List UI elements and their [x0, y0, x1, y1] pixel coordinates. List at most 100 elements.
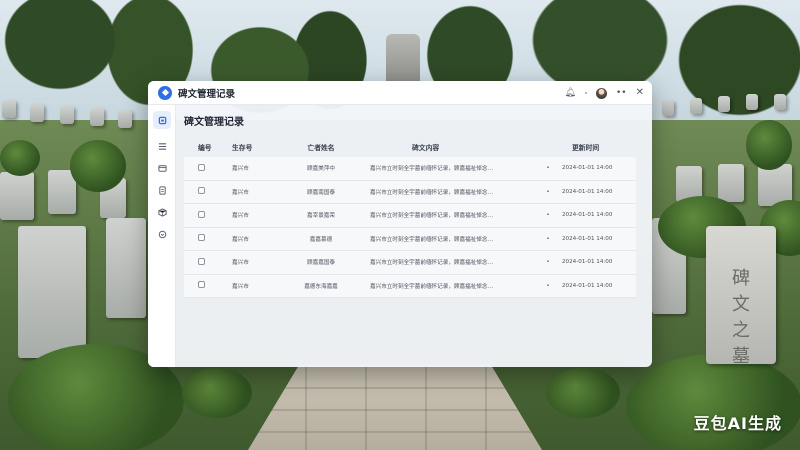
sidebar-item-settings[interactable]	[153, 225, 171, 243]
table-row[interactable]: 嘉兴市 嘉德东海嘉嘉 嘉兴市立时刻全宇墓前缅怀记录，顾嘉福祉悼念… • 2024-01-…	[184, 274, 636, 298]
cell-region: 嘉兴市	[232, 283, 249, 290]
cell-epitaph: 嘉兴市立时刻全宇墓前缅怀记录，顾嘉福祉悼念…	[370, 260, 494, 267]
close-icon[interactable]: ✕	[636, 88, 644, 98]
row-checkbox-cell	[184, 257, 218, 267]
list-icon	[158, 142, 166, 150]
bush	[182, 368, 252, 418]
row-checkbox[interactable]	[198, 187, 205, 195]
sidebar-item-list[interactable]	[153, 137, 171, 155]
gravestone	[690, 98, 702, 114]
row-checkbox-cell	[184, 187, 218, 196]
more-icon[interactable]: ••	[616, 88, 627, 98]
bell-icon[interactable]: 🔔︎	[565, 88, 576, 98]
bush	[0, 140, 40, 176]
app-logo-icon	[158, 85, 172, 100]
app-window: 碑文管理记录 🔔︎ •• ✕ 碑文管理记录 编号 生存号 亡者姓名 碑文内容 更…	[148, 81, 652, 367]
cell-deceased-name: 顾嘉南国泰	[307, 189, 335, 196]
row-checkbox-cell	[184, 234, 218, 243]
cell-marker: •	[546, 259, 550, 266]
bush	[746, 120, 792, 170]
table-row[interactable]: 嘉兴市 顾嘉美萍中 嘉兴市立时刻全宇墓前缅怀记录，顾嘉福祉悼念… • 2024-01-0…	[184, 157, 636, 181]
box-icon	[157, 207, 167, 217]
gravestone	[0, 172, 34, 220]
divider-dot	[584, 92, 587, 94]
gravestone	[106, 218, 146, 318]
cell-updated-time: 2024-01-01 14:00	[562, 235, 613, 242]
bush	[626, 354, 800, 450]
bush	[546, 368, 620, 418]
gravestone-inscription: 碑文之墓	[732, 268, 750, 367]
row-checkbox-cell	[184, 163, 218, 173]
table-header: 编号 生存号 亡者姓名 碑文内容 更新时间	[184, 137, 636, 157]
cell-marker: •	[546, 282, 550, 289]
table-row[interactable]: 嘉兴市 顾嘉嘉国泰 嘉兴市立时刻全宇墓前缅怀记录，顾嘉福祉悼念… • 2024-01-0…	[184, 251, 636, 275]
title-bar: 碑文管理记录 🔔︎ •• ✕	[148, 81, 652, 105]
row-checkbox[interactable]	[198, 163, 205, 171]
cell-region: 嘉兴市	[232, 260, 249, 267]
cell-epitaph: 嘉兴市立时刻全宇墓前缅怀记录，顾嘉福祉悼念…	[370, 283, 494, 290]
cell-deceased-name: 顾嘉美萍中	[307, 166, 335, 173]
distant-monument	[386, 34, 420, 82]
avatar[interactable]	[595, 87, 607, 99]
bush	[70, 140, 126, 192]
cell-marker: •	[546, 235, 550, 242]
gravestone	[118, 110, 132, 128]
gravestone	[718, 164, 744, 202]
sidebar-item-folder[interactable]	[153, 159, 171, 177]
row-checkbox[interactable]	[198, 234, 205, 242]
cell-marker: •	[546, 212, 550, 219]
gravestone	[18, 226, 86, 358]
app-title: 碑文管理记录	[178, 88, 236, 100]
row-checkbox[interactable]	[198, 281, 205, 289]
column-header[interactable]: 碑文内容	[356, 142, 534, 152]
row-checkbox-cell	[184, 210, 218, 220]
cell-updated-time: 2024-01-01 14:00	[562, 282, 613, 289]
cell-deceased-name: 嘉宰景嘉荣	[307, 213, 335, 220]
column-header[interactable]: 更新时间	[562, 142, 636, 152]
sidebar	[148, 105, 176, 367]
main-content: 碑文管理记录 编号 生存号 亡者姓名 碑文内容 更新时间 嘉兴市 顾嘉美萍中 嘉兴市…	[184, 113, 644, 298]
cell-region: 嘉兴市	[232, 236, 249, 243]
gravestone	[662, 100, 674, 116]
cell-updated-time: 2024-01-01 14:00	[562, 165, 613, 172]
cell-updated-time: 2024-01-01 14:00	[562, 259, 613, 266]
cell-epitaph: 嘉兴市立时刻全宇墓前缅怀记录，顾嘉福祉悼念…	[370, 236, 494, 243]
column-header[interactable]: 编号	[184, 142, 218, 152]
column-header[interactable]: 生存号	[218, 142, 278, 152]
table-row[interactable]: 嘉兴市 嘉嘉慕德 嘉兴市立时刻全宇墓前缅怀记录，顾嘉福祉悼念… • 2024-01-01…	[184, 227, 636, 251]
home-icon	[158, 116, 166, 124]
row-checkbox[interactable]	[198, 257, 205, 265]
gravestone	[718, 96, 730, 112]
cell-marker: •	[546, 188, 550, 195]
cell-marker: •	[546, 165, 550, 172]
table-row[interactable]: 嘉兴市 嘉宰景嘉荣 嘉兴市立时刻全宇墓前缅怀记录，顾嘉福祉悼念… • 2024-01-0…	[184, 204, 636, 228]
gravestone	[746, 94, 758, 110]
gravestone	[60, 106, 74, 124]
page-title: 碑文管理记录	[184, 117, 244, 128]
cell-epitaph: 嘉兴市立时刻全宇墓前缅怀记录，顾嘉福祉悼念…	[370, 189, 494, 196]
column-header[interactable]: 亡者姓名	[278, 142, 356, 152]
gravestone	[90, 108, 104, 126]
table-body: 嘉兴市 顾嘉美萍中嘉兴市立时刻全宇墓前缅怀记录，顾嘉福祉悼念… • 2024-01-0…	[184, 157, 636, 298]
gravestone	[2, 100, 16, 118]
settings-icon	[158, 230, 166, 238]
table-row[interactable]: 嘉兴市 顾嘉南国泰 嘉兴市立时刻全宇墓前缅怀记录，顾嘉福祉悼念… • 2024-01-0…	[184, 180, 636, 204]
row-checkbox-cell	[184, 281, 218, 290]
folder-icon	[157, 164, 167, 172]
cell-region: 嘉兴市	[232, 166, 249, 173]
records-table: 编号 生存号 亡者姓名 碑文内容 更新时间 嘉兴市 顾嘉美萍中嘉兴市立时刻全宇墓前…	[184, 137, 636, 298]
cell-region: 嘉兴市	[232, 213, 249, 220]
cell-deceased-name: 嘉嘉慕德	[309, 236, 333, 243]
cell-epitaph: 嘉兴市立时刻全宇墓前缅怀记录，顾嘉福祉悼念…	[370, 213, 494, 220]
gravestone	[774, 94, 786, 110]
document-icon	[158, 185, 166, 195]
ai-watermark: 豆包AI生成	[693, 414, 782, 433]
gravestone	[30, 104, 44, 122]
cell-region: 嘉兴市	[232, 189, 249, 196]
sidebar-item-home[interactable]	[153, 111, 171, 129]
sidebar-item-box[interactable]	[153, 203, 171, 221]
title-bar-actions: 🔔︎ •• ✕	[565, 81, 644, 105]
cell-updated-time: 2024-01-01 14:00	[562, 212, 613, 219]
row-checkbox[interactable]	[198, 210, 205, 218]
sidebar-item-document[interactable]	[153, 181, 171, 199]
